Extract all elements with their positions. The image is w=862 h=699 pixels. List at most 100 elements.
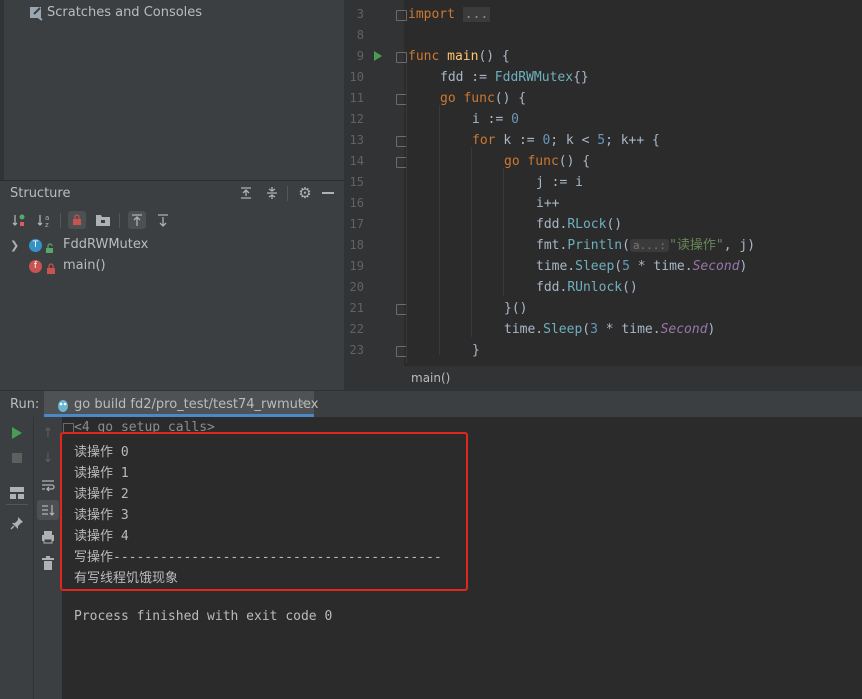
svg-text:z: z xyxy=(45,221,49,228)
project-left-strip xyxy=(0,0,4,180)
line-number: 3 xyxy=(356,7,364,21)
scroll-to-end-icon[interactable] xyxy=(40,502,56,518)
console-line-exit: Process finished with exit code 0 xyxy=(74,609,333,624)
code-line-15: j := i xyxy=(536,175,583,190)
code-token: time. xyxy=(536,259,576,274)
stop-icon[interactable] xyxy=(12,453,22,463)
scratches-and-consoles-item[interactable]: Scratches and Consoles xyxy=(47,5,202,20)
code-token: k := xyxy=(503,133,543,148)
code-token: Second xyxy=(660,322,708,337)
show-non-public-icon[interactable] xyxy=(68,211,86,229)
structure-item-main[interactable]: main() xyxy=(63,258,106,273)
structure-toolbar: az xyxy=(0,206,344,234)
code-token: i := xyxy=(472,112,512,127)
code-token: ; k < xyxy=(550,133,598,148)
code-token: ; k++ { xyxy=(605,133,660,148)
arrow-down-icon[interactable]: ↓ xyxy=(40,450,56,466)
run-gutter-icon[interactable] xyxy=(374,51,382,61)
fold-icon[interactable] xyxy=(396,10,407,21)
line-number: 8 xyxy=(356,28,364,42)
code-token: go xyxy=(440,91,464,106)
autoscroll-to-source-icon[interactable] xyxy=(128,211,146,229)
structure-title: Structure xyxy=(10,186,71,201)
trash-icon[interactable] xyxy=(40,555,56,571)
soft-wrap-icon[interactable] xyxy=(40,477,56,493)
run-label: Run: xyxy=(10,397,40,412)
layout-icon[interactable] xyxy=(10,484,24,499)
toolbar-divider xyxy=(60,213,61,228)
code-token: () { xyxy=(494,91,527,106)
sort-alphabetically-icon[interactable]: az xyxy=(35,211,53,229)
code-token: fdd. xyxy=(536,217,568,232)
code-token: import xyxy=(408,7,455,22)
indent-guide xyxy=(406,63,407,363)
code-token: () xyxy=(606,217,623,232)
code-token: RUnlock xyxy=(567,280,623,295)
line-number: 15 xyxy=(349,175,364,189)
code-token: fdd := xyxy=(440,70,495,85)
pin-icon[interactable] xyxy=(10,515,24,530)
type-badge-icon: T xyxy=(29,239,42,252)
scratches-icon xyxy=(28,5,44,21)
code-token: 3 xyxy=(590,322,598,337)
gear-icon[interactable]: ⚙ xyxy=(297,185,313,201)
project-pane: Scratches and Consoles xyxy=(0,0,344,180)
code-line-13: for k := 0; k < 5; k++ { xyxy=(472,130,660,151)
code-token: 5 xyxy=(597,133,606,148)
code-line-12: i := 0 xyxy=(472,109,519,130)
line-number: 9 xyxy=(356,49,364,63)
sort-by-visibility-icon[interactable] xyxy=(10,211,28,229)
minimize-icon[interactable] xyxy=(322,192,334,194)
indent-guide xyxy=(471,147,472,337)
code-line-22: time.Sleep(3 * time.Second) xyxy=(504,319,715,340)
code-token: Sleep xyxy=(543,322,583,337)
line-number: 12 xyxy=(349,112,364,126)
code-token: fdd. xyxy=(536,280,568,295)
editor-breadcrumb: main() xyxy=(344,366,862,391)
code-token: ( xyxy=(582,322,591,337)
print-icon[interactable] xyxy=(40,529,56,545)
code-line-14: go func() { xyxy=(504,151,590,172)
code-token: * time. xyxy=(597,322,661,337)
code-token: 0 xyxy=(511,112,519,127)
breadcrumb-item-main[interactable]: main() xyxy=(411,371,450,385)
line-number: 19 xyxy=(349,259,364,273)
code-line-23: } xyxy=(472,343,480,358)
code-line-10: fdd := FddRWMutex{} xyxy=(440,67,589,88)
function-badge-icon: f xyxy=(29,260,42,273)
indent-guide xyxy=(503,168,504,296)
show-fields-icon[interactable] xyxy=(94,211,112,229)
run-toolbar-right: ↑ ↓ xyxy=(33,417,62,699)
expand-all-icon[interactable] xyxy=(238,185,254,201)
toolbar-divider xyxy=(6,504,28,505)
arrow-up-icon[interactable]: ↑ xyxy=(40,425,56,441)
code-line-11: go func() { xyxy=(440,88,526,109)
code-token: func xyxy=(463,91,495,106)
collapse-all-icon[interactable] xyxy=(264,185,280,201)
rerun-icon[interactable] xyxy=(12,427,22,439)
code-token: func xyxy=(408,49,440,64)
code-token: * time. xyxy=(629,259,693,274)
code-token: 5 xyxy=(622,259,630,274)
unlock-icon xyxy=(44,239,56,253)
folded-region[interactable]: ... xyxy=(462,7,491,22)
code-token: RLock xyxy=(567,217,607,232)
code-token: () { xyxy=(558,154,591,169)
code-token: , j) xyxy=(723,238,756,253)
code-token: () xyxy=(622,280,638,295)
gopher-icon xyxy=(56,397,70,412)
code-token: Second xyxy=(692,259,740,274)
line-number: 14 xyxy=(349,154,364,168)
line-number: 23 xyxy=(349,343,364,357)
code-token: ( xyxy=(614,259,623,274)
close-icon[interactable]: × xyxy=(298,396,308,410)
run-tab-label[interactable]: go build fd2/pro_test/test74_rwmutex xyxy=(74,397,318,412)
code-token: ) xyxy=(707,322,716,337)
chevron-right-icon[interactable]: ❯ xyxy=(10,239,19,252)
fold-icon[interactable] xyxy=(396,52,407,63)
autoscroll-from-source-icon[interactable] xyxy=(154,211,172,229)
line-number: 16 xyxy=(349,196,364,210)
toolbar-divider xyxy=(119,213,120,228)
structure-tree: ❯ T FddRWMutex f main() xyxy=(0,234,344,390)
structure-item-fddrwmutex[interactable]: FddRWMutex xyxy=(63,237,148,252)
